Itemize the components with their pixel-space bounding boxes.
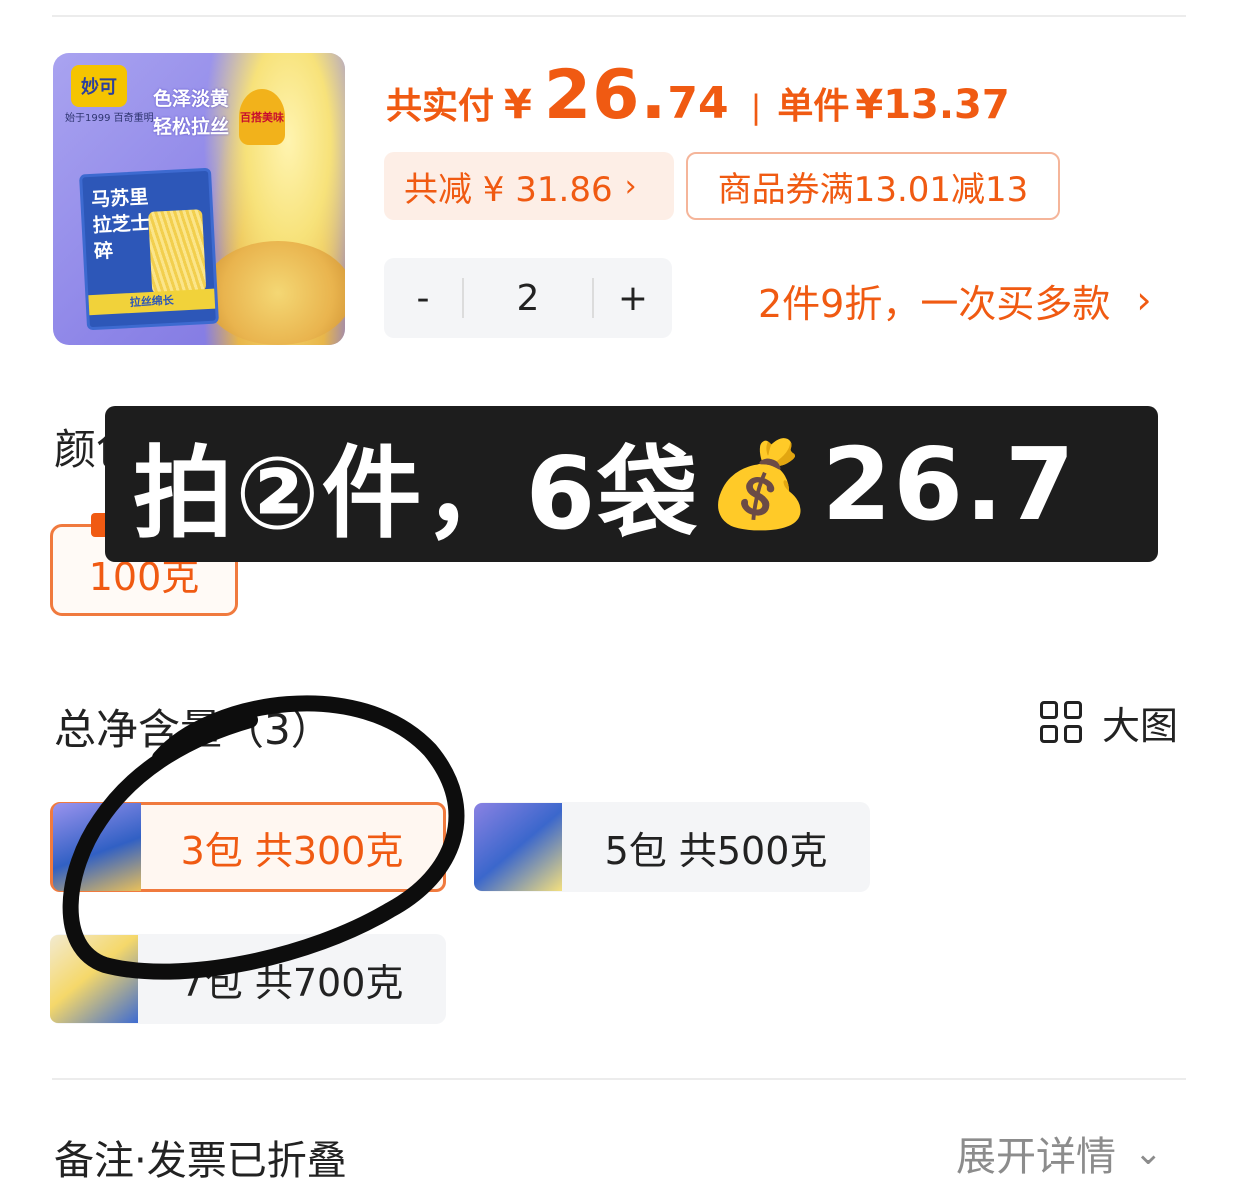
increase-quantity-button[interactable]: + bbox=[594, 278, 672, 319]
quantity-stepper: - 2 + bbox=[384, 258, 672, 338]
remark-invoice-label: 备注·发票已折叠 bbox=[54, 1138, 347, 1184]
total-paid-label: 共实付 bbox=[386, 86, 495, 127]
total-discount-text: 共减 ¥ 31.86 bbox=[404, 169, 613, 210]
total-price-decimal: 74 bbox=[667, 78, 729, 129]
quantity-value[interactable]: 2 bbox=[464, 278, 592, 319]
bottom-divider bbox=[52, 1078, 1186, 1080]
net-option-5-packs[interactable]: 5包 共500克 bbox=[474, 802, 870, 892]
option-thumbnail bbox=[53, 803, 141, 891]
checkout-sku-panel: 妙可 始于1999 百奇重明 色泽淡黄 轻松拉丝 百搭美味 马苏里拉芝士碎 拉丝… bbox=[0, 0, 1240, 1193]
net-option-3-packs[interactable]: 3包 共300克 bbox=[50, 802, 446, 892]
price-separator: | bbox=[750, 88, 762, 126]
cheese-strands-graphic bbox=[148, 209, 207, 294]
promo-text: 2件9折，一次买多款 bbox=[758, 281, 1111, 326]
chevron-right-icon: › bbox=[1136, 278, 1152, 322]
product-image[interactable]: 妙可 始于1999 百奇重明 色泽淡黄 轻松拉丝 百搭美味 马苏里拉芝士碎 拉丝… bbox=[53, 53, 345, 345]
total-price-integer: 26. bbox=[543, 56, 668, 135]
product-package: 马苏里拉芝士碎 拉丝绵长 bbox=[79, 167, 219, 331]
overlay-text-after: 26.7 bbox=[821, 425, 1077, 543]
expand-details-label: 展开详情 bbox=[956, 1134, 1116, 1180]
brand-logo: 妙可 bbox=[71, 65, 127, 107]
decrease-quantity-button[interactable]: - bbox=[384, 278, 462, 319]
multi-buy-promo-link[interactable]: 2件9折，一次买多款 › bbox=[758, 270, 1152, 330]
overlay-text-before: 拍②件，6袋 bbox=[133, 434, 700, 552]
net-content-section-title: 总净含量（3） bbox=[54, 705, 333, 754]
product-slogan: 色泽淡黄 轻松拉丝 bbox=[153, 88, 230, 138]
option-label: 7包 共700克 bbox=[180, 960, 404, 1005]
package-band: 拉丝绵长 bbox=[88, 288, 216, 316]
large-view-toggle[interactable]: 大图 bbox=[1040, 700, 1178, 748]
option-label: 5包 共500克 bbox=[604, 828, 828, 873]
product-badge: 百搭美味 bbox=[239, 89, 285, 145]
coupon-chip[interactable]: 商品券满13.01减13 bbox=[686, 152, 1060, 220]
option-label: 3包 共300克 bbox=[180, 828, 404, 873]
net-option-7-packs[interactable]: 7包 共700克 bbox=[50, 934, 446, 1024]
total-discount-chip[interactable]: 共减 ¥ 31.86 › bbox=[384, 152, 674, 220]
price-summary: 共实付 ¥ 26. 74 | 单件 ¥13.37 bbox=[386, 56, 1010, 135]
expand-details-link[interactable]: 展开详情 ⌄ bbox=[956, 1128, 1163, 1180]
option-thumbnail bbox=[474, 803, 562, 891]
grid-view-icon bbox=[1040, 701, 1082, 743]
chevron-down-icon: ⌄ bbox=[1134, 1133, 1163, 1173]
currency-symbol: ¥ bbox=[504, 82, 532, 128]
coupon-text: 商品券满13.01减13 bbox=[717, 169, 1029, 210]
option-thumbnail bbox=[50, 935, 138, 1023]
pizza-graphic bbox=[203, 241, 345, 345]
top-divider bbox=[52, 15, 1186, 17]
caption-overlay: 拍②件，6袋 💰 26.7 bbox=[105, 406, 1158, 562]
unit-price-value: ¥13.37 bbox=[855, 82, 1010, 128]
chevron-right-icon: › bbox=[624, 168, 637, 204]
unit-price-label: 单件 bbox=[777, 86, 850, 127]
brand-tagline: 始于1999 百奇重明 bbox=[65, 113, 154, 124]
money-bag-icon: 💰 bbox=[707, 434, 814, 533]
large-view-label: 大图 bbox=[1102, 703, 1179, 748]
